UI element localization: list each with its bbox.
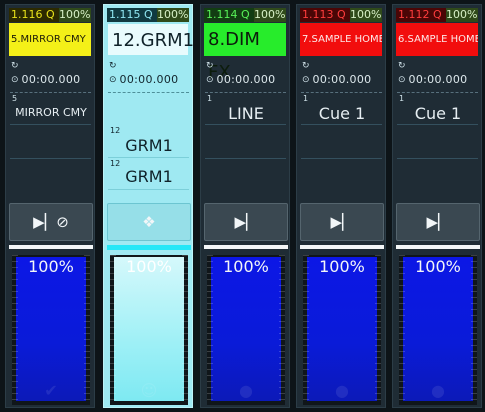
- master-percent: 100%: [446, 8, 478, 22]
- executor-number: 1.114 Q: [204, 8, 259, 22]
- executor-header[interactable]: 1.115 Q 100% 12.GRM1: [107, 8, 194, 56]
- executor-header[interactable]: 1.116 Q 100% 5.MIRROR CMY: [9, 8, 91, 56]
- cue-number: 12: [110, 126, 121, 135]
- status-bar: [107, 245, 191, 250]
- executor-number: 1.112 Q: [396, 8, 451, 22]
- loop-icon: ↻: [109, 61, 117, 71]
- cue-time: 00:00.000: [312, 73, 372, 86]
- checklist-icon: ✔: [44, 381, 58, 400]
- divider: [301, 158, 382, 159]
- executor-header[interactable]: 1.112 Q 100% 6.SAMPLE HOME: [396, 8, 478, 56]
- master-percent: 100%: [254, 8, 286, 22]
- executor-name: 12.GRM1: [107, 23, 194, 56]
- cue-number: 1: [399, 94, 405, 103]
- bulb-icon: ●: [239, 381, 253, 400]
- divider: [397, 158, 478, 159]
- loop-icon: ↻: [398, 61, 406, 71]
- executor-header[interactable]: 1.114 Q 100% 8.DIM FX: [204, 8, 286, 83]
- executor-number: 1.113 Q: [300, 8, 355, 22]
- loop-icon: ↻: [11, 61, 19, 71]
- cue-time: 00:00.000: [408, 73, 468, 86]
- go-button[interactable]: ▶▏: [396, 203, 480, 241]
- master-percent: 100%: [157, 8, 189, 22]
- master-percent: 100%: [350, 8, 382, 22]
- go-pause-button[interactable]: ▶▏⊘: [9, 203, 93, 241]
- fader-level: 100%: [415, 257, 461, 276]
- cue-number: 1: [207, 94, 213, 103]
- fader-level: 100%: [319, 257, 365, 276]
- executor-1-113[interactable]: 1.113 Q 100% 7.SAMPLE HOME ↻ ⊙ 00:00.000…: [296, 4, 386, 408]
- status-bar: [396, 245, 480, 249]
- cue-number: 5: [12, 94, 18, 103]
- cue-number: 1: [303, 94, 309, 103]
- cue-time: 00:00.000: [216, 73, 276, 86]
- divider: [301, 124, 382, 125]
- status-bar: [9, 245, 93, 249]
- fader-level: 100%: [126, 257, 172, 276]
- divider: [10, 92, 91, 93]
- go-button[interactable]: ▶▏: [204, 203, 288, 241]
- loop-icon: ↻: [206, 61, 214, 71]
- cue-name: GRM1: [125, 136, 173, 155]
- status-bar: [300, 245, 384, 249]
- executor-1-116[interactable]: 1.116 Q 100% 5.MIRROR CMY ↻ ⊙ 00:00.000 …: [5, 4, 95, 408]
- bulb-icon: ●: [431, 381, 445, 400]
- divider: [10, 158, 91, 159]
- divider: [108, 189, 189, 190]
- divider: [108, 92, 189, 93]
- divider: [205, 158, 286, 159]
- executor-1-115[interactable]: 1.115 Q 100% 12.GRM1 ↻ ⊙ 00:00.000 12 GR…: [103, 4, 194, 408]
- effect-button[interactable]: ❖: [107, 203, 191, 241]
- bulb-icon: ●: [335, 381, 349, 400]
- cue-time: 00:00.000: [119, 73, 179, 86]
- executor-number: 1.115 Q: [107, 8, 162, 22]
- cue-name: MIRROR CMY: [15, 106, 87, 119]
- cue-name: LINE: [228, 104, 264, 123]
- executor-name: 7.SAMPLE HOME: [300, 23, 382, 56]
- group-icon: ☺: [140, 381, 158, 400]
- cue-time: 00:00.000: [21, 73, 81, 86]
- divider: [397, 92, 478, 93]
- fader-level: 100%: [223, 257, 269, 276]
- status-bar: [204, 245, 288, 249]
- divider: [301, 92, 382, 93]
- executor-1-114[interactable]: 1.114 Q 100% 8.DIM FX ↻ ⊙ 00:00.000 1 LI…: [200, 4, 290, 408]
- cue-name: GRM1: [125, 167, 173, 186]
- executor-header[interactable]: 1.113 Q 100% 7.SAMPLE HOME: [300, 8, 382, 56]
- executor-bar: 1.116 Q 100% 5.MIRROR CMY ↻ ⊙ 00:00.000 …: [0, 0, 485, 412]
- divider: [10, 124, 91, 125]
- executor-name: 6.SAMPLE HOME: [396, 23, 478, 56]
- loop-icon: ↻: [302, 61, 310, 71]
- go-button[interactable]: ▶▏: [300, 203, 384, 241]
- executor-name: 5.MIRROR CMY: [9, 23, 91, 56]
- executor-name: 8.DIM FX: [204, 23, 286, 83]
- master-percent: 100%: [59, 8, 91, 22]
- effect-icon: ❖: [142, 213, 156, 231]
- executor-number: 1.116 Q: [9, 8, 64, 22]
- fader-level: 100%: [28, 257, 74, 276]
- executor-1-112[interactable]: 1.112 Q 100% 6.SAMPLE HOME ↻ ⊙ 00:00.000…: [392, 4, 482, 408]
- divider: [397, 124, 478, 125]
- cue-name: Cue 1: [318, 104, 366, 123]
- divider: [108, 157, 189, 158]
- divider: [205, 92, 286, 93]
- divider: [205, 124, 286, 125]
- cue-name: Cue 1: [414, 104, 462, 123]
